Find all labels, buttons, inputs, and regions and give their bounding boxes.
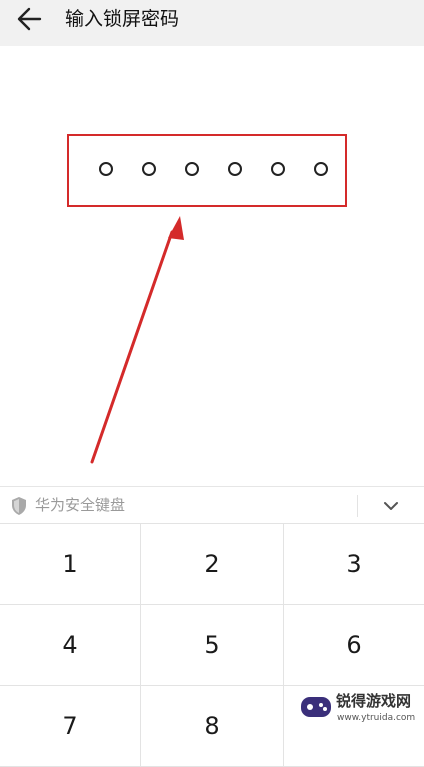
watermark-url: www.ytruida.com [337,713,416,723]
gamepad-icon [301,697,331,717]
watermark-logo: 锐得游戏网 www.ytruida.com [300,690,424,730]
key-2[interactable]: 2 [141,524,284,605]
shield-icon [12,497,26,515]
pin-dot [314,162,328,176]
key-6[interactable]: 6 [284,605,424,686]
keyboard-label: 华为安全键盘 [35,496,126,514]
pin-dot [185,162,199,176]
page-title: 输入锁屏密码 [65,8,180,30]
chevron-down-icon[interactable] [374,493,408,519]
key-1[interactable]: 1 [0,524,141,605]
key-3[interactable]: 3 [284,524,424,605]
arrow-left-icon[interactable] [14,4,48,34]
pin-dot [271,162,285,176]
pin-dot [228,162,242,176]
keyboard-toolbar-divider [357,495,358,517]
key-7[interactable]: 7 [0,686,141,767]
app-header: 输入锁屏密码 [0,0,424,46]
key-5[interactable]: 5 [141,605,284,686]
watermark-title: 锐得游戏网 [336,692,412,710]
key-4[interactable]: 4 [0,605,141,686]
pin-dot [99,162,113,176]
pin-dot [142,162,156,176]
key-8[interactable]: 8 [141,686,284,767]
keyboard-toolbar: 华为安全键盘 [0,486,424,524]
pin-input-highlight[interactable] [67,134,347,207]
